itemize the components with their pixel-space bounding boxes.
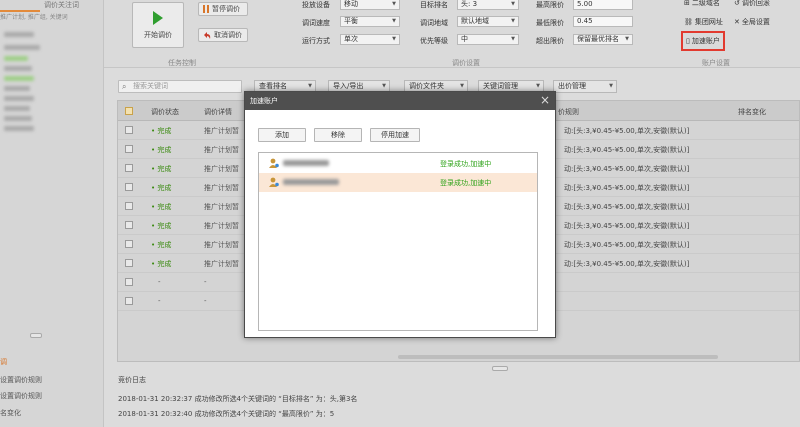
account-name-redacted: [283, 179, 339, 185]
dialog-title: 加速账户: [250, 97, 278, 105]
dialog-titlebar[interactable]: 加速账户 ×: [245, 92, 555, 110]
user-icon: [269, 177, 279, 187]
account-row[interactable]: 登录成功,加速中: [259, 154, 537, 173]
user-icon: [269, 158, 279, 168]
account-row-selected[interactable]: 登录成功,加速中: [259, 173, 537, 192]
account-status: 登录成功,加速中: [440, 179, 492, 187]
add-account-button[interactable]: 添加: [258, 128, 306, 142]
disable-accelerate-button[interactable]: 停用加速: [370, 128, 420, 142]
close-icon[interactable]: ×: [540, 94, 550, 106]
remove-account-button[interactable]: 移除: [314, 128, 362, 142]
account-status: 登录成功,加速中: [440, 160, 492, 168]
accelerate-account-dialog: 加速账户 × 添加 移除 停用加速 登录成功,加速中 登录成功,加速中: [244, 91, 556, 338]
account-name-redacted: [283, 160, 329, 166]
account-list: 登录成功,加速中 登录成功,加速中: [258, 152, 538, 331]
